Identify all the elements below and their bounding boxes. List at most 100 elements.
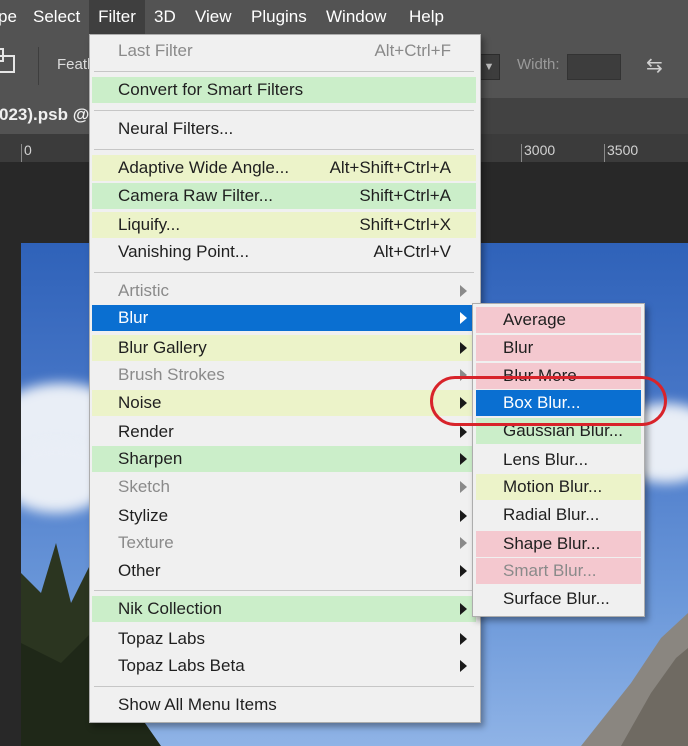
ruler-label: 3500 bbox=[607, 142, 639, 158]
menu-item-texture[interactable]: Texture bbox=[92, 530, 476, 556]
width-field[interactable] bbox=[567, 54, 621, 80]
menu-item-label: Brush Strokes bbox=[118, 365, 225, 384]
menu-item-label: Other bbox=[118, 561, 161, 580]
menu-item-show-all-menu-items[interactable]: Show All Menu Items bbox=[92, 692, 476, 718]
menu-separator bbox=[94, 686, 474, 687]
menu-filter[interactable]: Filter bbox=[89, 0, 145, 34]
blur-submenu: Average Blur Blur More Box Blur... Gauss… bbox=[472, 303, 645, 617]
ruler-tick bbox=[604, 144, 605, 162]
menu-type-partial[interactable]: pe bbox=[0, 0, 24, 34]
menu-item-shortcut: Alt+Ctrl+F bbox=[374, 41, 451, 60]
menu-item-label: Adaptive Wide Angle... bbox=[118, 158, 290, 177]
submenu-item-label: Smart Blur... bbox=[503, 561, 597, 580]
menu-item-blur-gallery[interactable]: Blur Gallery bbox=[92, 335, 476, 361]
submenu-item-label: Motion Blur... bbox=[503, 477, 603, 496]
menu-separator bbox=[94, 272, 474, 273]
menu-item-vanishing-point[interactable]: Vanishing Point... Alt+Ctrl+V bbox=[92, 239, 476, 265]
menu-item-sharpen[interactable]: Sharpen bbox=[92, 446, 476, 472]
document-tab-label: 023).psb @ bbox=[0, 105, 90, 124]
submenu-item-shape-blur[interactable]: Shape Blur... bbox=[476, 531, 641, 557]
swap-icon[interactable]: ⇆ bbox=[646, 53, 663, 78]
submenu-item-surface-blur[interactable]: Surface Blur... bbox=[476, 586, 641, 612]
menu-item-label: Neural Filters... bbox=[118, 119, 234, 138]
submenu-arrow-icon bbox=[460, 453, 467, 465]
ruler-label: 0 bbox=[24, 142, 32, 158]
menu-item-shortcut: Shift+Ctrl+X bbox=[359, 215, 451, 234]
menu-item-stylize[interactable]: Stylize bbox=[92, 503, 476, 529]
menu-item-label: Topaz Labs bbox=[118, 629, 205, 648]
submenu-item-label: Average bbox=[503, 310, 567, 329]
menu-item-label: Render bbox=[118, 422, 174, 441]
selection-mode-icon-front bbox=[0, 55, 15, 73]
menu-item-noise[interactable]: Noise bbox=[92, 390, 476, 416]
menu-item-brush-strokes[interactable]: Brush Strokes bbox=[92, 362, 476, 388]
menu-separator bbox=[94, 71, 474, 72]
submenu-item-label: Blur bbox=[503, 338, 534, 357]
menu-help[interactable]: Help bbox=[409, 0, 444, 34]
submenu-arrow-icon bbox=[460, 603, 467, 615]
menu-item-artistic[interactable]: Artistic bbox=[92, 278, 476, 304]
submenu-item-lens-blur[interactable]: Lens Blur... bbox=[476, 447, 641, 473]
menu-item-label: Blur Gallery bbox=[118, 338, 207, 357]
filter-menu: Last Filter Alt+Ctrl+F Convert for Smart… bbox=[89, 34, 481, 723]
menu-item-last-filter[interactable]: Last Filter Alt+Ctrl+F bbox=[92, 38, 476, 64]
options-divider bbox=[38, 47, 39, 85]
submenu-arrow-icon bbox=[460, 342, 467, 354]
menu-item-camera-raw-filter[interactable]: Camera Raw Filter... Shift+Ctrl+A bbox=[92, 183, 476, 209]
menu-item-convert-for-smart-filters[interactable]: Convert for Smart Filters bbox=[92, 77, 476, 103]
submenu-arrow-icon bbox=[460, 633, 467, 645]
ruler-tick bbox=[521, 144, 522, 162]
menu-item-label: Stylize bbox=[118, 506, 169, 525]
menu-bar: pe Select Filter 3D View Plugins Window … bbox=[0, 0, 688, 34]
submenu-item-label: Shape Blur... bbox=[503, 534, 601, 553]
menu-item-nik-collection[interactable]: Nik Collection bbox=[92, 596, 476, 622]
menu-item-other[interactable]: Other bbox=[92, 558, 476, 584]
submenu-arrow-icon bbox=[460, 565, 467, 577]
menu-item-label: Noise bbox=[118, 393, 162, 412]
menu-item-shortcut: Alt+Shift+Ctrl+A bbox=[329, 158, 451, 177]
submenu-item-average[interactable]: Average bbox=[476, 307, 641, 333]
menu-item-sketch[interactable]: Sketch bbox=[92, 474, 476, 500]
menu-item-topaz-labs-beta[interactable]: Topaz Labs Beta bbox=[92, 653, 476, 679]
submenu-item-label: Surface Blur... bbox=[503, 589, 610, 608]
menu-separator bbox=[94, 590, 474, 591]
menu-item-adaptive-wide-angle[interactable]: Adaptive Wide Angle... Alt+Shift+Ctrl+A bbox=[92, 155, 476, 181]
submenu-item-label: Lens Blur... bbox=[503, 450, 589, 469]
submenu-arrow-icon bbox=[460, 312, 467, 324]
menu-item-label: Show All Menu Items bbox=[118, 695, 277, 714]
submenu-arrow-icon bbox=[460, 481, 467, 493]
menu-3d[interactable]: 3D bbox=[154, 0, 176, 34]
menu-item-topaz-labs[interactable]: Topaz Labs bbox=[92, 626, 476, 652]
menu-item-label: Nik Collection bbox=[118, 599, 222, 618]
menu-item-label: Convert for Smart Filters bbox=[118, 80, 304, 99]
menu-window[interactable]: Window bbox=[326, 0, 386, 34]
menu-select[interactable]: Select bbox=[33, 0, 80, 34]
menu-item-label: Last Filter bbox=[118, 41, 193, 60]
submenu-arrow-icon bbox=[460, 510, 467, 522]
submenu-item-blur[interactable]: Blur bbox=[476, 335, 641, 361]
submenu-item-motion-blur[interactable]: Motion Blur... bbox=[476, 474, 641, 500]
submenu-item-smart-blur[interactable]: Smart Blur... bbox=[476, 558, 641, 584]
submenu-arrow-icon bbox=[460, 426, 467, 438]
menu-separator bbox=[94, 110, 474, 111]
document-tab[interactable]: 023).psb @ bbox=[0, 98, 100, 134]
menu-item-label: Texture bbox=[118, 533, 174, 552]
menu-item-label: Camera Raw Filter... bbox=[118, 186, 273, 205]
submenu-item-label: Radial Blur... bbox=[503, 505, 600, 524]
menu-item-shortcut: Alt+Ctrl+V bbox=[373, 242, 451, 261]
menu-item-shortcut: Shift+Ctrl+A bbox=[359, 186, 451, 205]
ruler-tick bbox=[21, 144, 22, 162]
menu-item-render[interactable]: Render bbox=[92, 419, 476, 445]
menu-view[interactable]: View bbox=[195, 0, 232, 34]
width-label: Width: bbox=[517, 56, 560, 73]
menu-item-label: Vanishing Point... bbox=[118, 242, 250, 261]
menu-plugins[interactable]: Plugins bbox=[251, 0, 307, 34]
menu-item-label: Artistic bbox=[118, 281, 169, 300]
menu-item-liquify[interactable]: Liquify... Shift+Ctrl+X bbox=[92, 212, 476, 238]
annotation-highlight-ring bbox=[430, 376, 667, 426]
menu-item-neural-filters[interactable]: Neural Filters... bbox=[92, 116, 476, 142]
menu-item-label: Sketch bbox=[118, 477, 170, 496]
chevron-down-icon[interactable]: ▼ bbox=[478, 54, 500, 80]
submenu-item-radial-blur[interactable]: Radial Blur... bbox=[476, 502, 641, 528]
menu-item-blur[interactable]: Blur bbox=[92, 305, 476, 331]
